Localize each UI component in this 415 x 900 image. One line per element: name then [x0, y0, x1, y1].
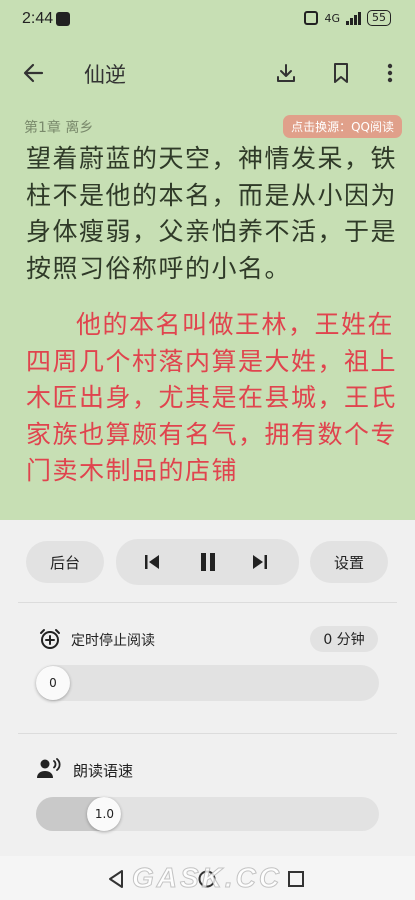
- watermark: GASK.CC: [131, 862, 283, 894]
- nav-recents-icon[interactable]: [284, 867, 308, 891]
- pause-icon[interactable]: [196, 551, 220, 573]
- status-indicators: 4G 55: [304, 10, 391, 26]
- download-icon[interactable]: [271, 58, 301, 88]
- system-nav-bar: GASK.CC: [0, 856, 415, 900]
- background-button[interactable]: 后台: [26, 541, 104, 583]
- battery-indicator: 55: [367, 10, 391, 26]
- status-bar: 2:44 4G 55: [0, 0, 415, 40]
- book-title: 仙逆: [84, 63, 126, 87]
- vibrate-icon: [304, 11, 319, 25]
- speed-label: 朗读语速: [73, 762, 134, 780]
- timer-value: 0 分钟: [310, 626, 378, 652]
- divider: [18, 602, 397, 603]
- signal-icon: [346, 11, 361, 25]
- timer-slider-value: 0: [49, 676, 57, 690]
- playback-controls: [116, 539, 299, 585]
- network-label: 4G: [324, 11, 340, 25]
- voice-speaker-icon: [36, 756, 62, 780]
- speed-slider-value: 1.0: [94, 807, 114, 821]
- reading-content: 望着蔚蓝的天空，神情发呆，铁柱不是他的本名，而是从小因为身体瘦弱，父亲怕养不活，…: [26, 141, 398, 521]
- previous-icon[interactable]: [140, 551, 164, 573]
- next-icon[interactable]: [248, 551, 272, 573]
- timer-slider-track[interactable]: 0: [36, 665, 379, 701]
- alarm-add-icon: [38, 627, 62, 651]
- divider: [18, 733, 397, 734]
- chapter-title: 第1章 离乡: [24, 120, 94, 136]
- speed-slider-track[interactable]: 1.0: [36, 797, 379, 831]
- timer-label: 定时停止阅读: [71, 633, 155, 649]
- paragraph: 望着蔚蓝的天空，神情发呆，铁柱不是他的本名，而是从小因为身体瘦弱，父亲怕养不活，…: [26, 144, 398, 283]
- settings-button[interactable]: 设置: [310, 541, 388, 583]
- speed-slider-thumb[interactable]: 1.0: [87, 797, 122, 831]
- change-source-button[interactable]: 点击换源：QQ阅读: [283, 115, 402, 138]
- paragraph-highlighted: 他的本名叫做王林，王姓在四周几个村落内算是大姓，祖上木匠出身，尤其是在县城，王氏…: [26, 310, 398, 485]
- nav-back-icon[interactable]: [104, 867, 128, 891]
- app-notification-icon: [56, 12, 70, 26]
- status-time: 2:44: [22, 10, 54, 27]
- back-arrow-icon[interactable]: [18, 58, 48, 88]
- tts-control-panel: 后台 设置 定时停止阅读 0 分钟 0 朗读语速 1.0: [0, 520, 415, 856]
- bookmark-icon[interactable]: [326, 58, 356, 88]
- more-vertical-icon[interactable]: [375, 58, 405, 88]
- timer-slider-thumb[interactable]: 0: [36, 666, 70, 700]
